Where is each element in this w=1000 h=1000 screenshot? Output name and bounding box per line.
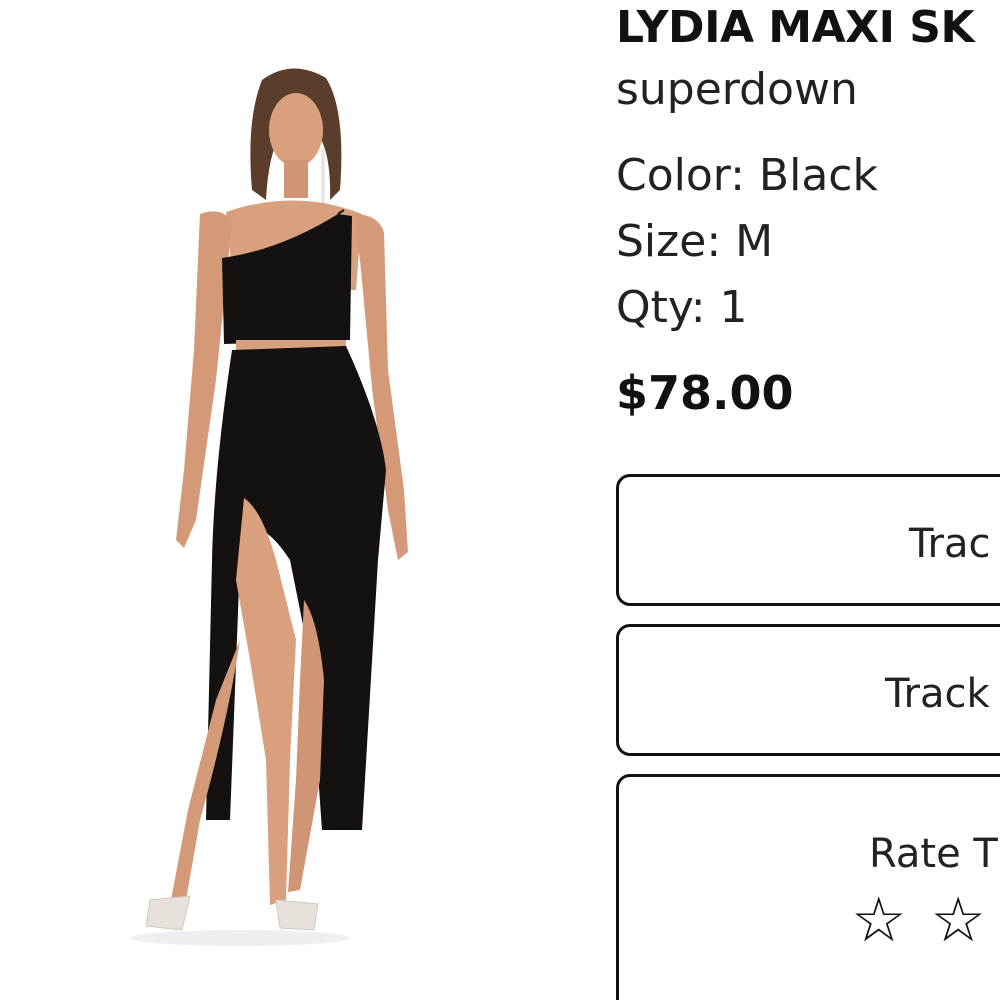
product-price: $78.00 (616, 366, 794, 420)
track-return-button[interactable]: Track (616, 624, 1000, 756)
order-item-page: LYDIA MAXI SK superdown Color: Black Siz… (0, 0, 1000, 1000)
model-illustration (130, 68, 408, 946)
product-size: Size: M (616, 216, 774, 267)
track-package-label: Trac (909, 521, 991, 567)
rate-item-panel: Rate T ☆ ☆ (616, 774, 1000, 1000)
star-2-icon[interactable]: ☆ (930, 885, 988, 955)
track-package-button[interactable]: Trac (616, 474, 1000, 606)
star-rating: ☆ ☆ (851, 885, 988, 955)
product-title[interactable]: LYDIA MAXI SK (616, 2, 975, 54)
product-color: Color: Black (616, 150, 878, 201)
product-image[interactable] (0, 0, 560, 1000)
star-1-icon[interactable]: ☆ (851, 885, 909, 955)
product-details: LYDIA MAXI SK superdown Color: Black Siz… (616, 0, 1000, 1000)
product-quantity: Qty: 1 (616, 282, 748, 333)
track-return-label: Track (885, 671, 990, 717)
rate-item-label: Rate T (869, 831, 998, 877)
product-brand: superdown (616, 64, 858, 115)
